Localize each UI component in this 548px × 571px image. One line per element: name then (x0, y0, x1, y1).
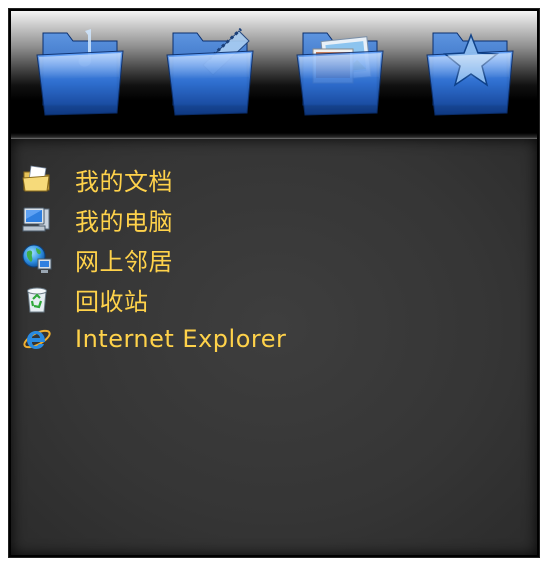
video-folder-icon[interactable] (163, 21, 257, 117)
music-folder-icon[interactable] (33, 21, 127, 117)
recycle-bin-icon (21, 283, 53, 315)
favorites-folder-icon[interactable] (423, 21, 517, 117)
pictures-folder-icon[interactable] (293, 21, 387, 117)
internet-explorer-label: Internet Explorer (75, 325, 287, 353)
list-item-my-computer[interactable]: 我的电脑 (21, 199, 286, 239)
recycle-bin-label: 回收站 (75, 287, 149, 316)
internet-explorer-icon (21, 323, 53, 355)
list-item-internet-explorer[interactable]: Internet Explorer (21, 319, 286, 359)
my-computer-icon (21, 203, 53, 235)
desktop-items-panel: 我的文档 我的电脑 网上邻居 回收站 Internet Explorer (11, 139, 537, 555)
network-places-label: 网上邻居 (75, 247, 173, 276)
shortcut-list: 我的文档 我的电脑 网上邻居 回收站 Internet Explorer (21, 159, 286, 359)
my-documents-label: 我的文档 (75, 167, 173, 196)
network-places-icon (21, 243, 53, 275)
list-item-recycle-bin[interactable]: 回收站 (21, 279, 286, 319)
window-frame: 我的文档 我的电脑 网上邻居 回收站 Internet Explorer (9, 9, 539, 557)
folder-toolbar (11, 11, 537, 139)
list-item-network-places[interactable]: 网上邻居 (21, 239, 286, 279)
my-computer-label: 我的电脑 (75, 207, 173, 236)
my-documents-icon (21, 163, 53, 195)
list-item-my-documents[interactable]: 我的文档 (21, 159, 286, 199)
